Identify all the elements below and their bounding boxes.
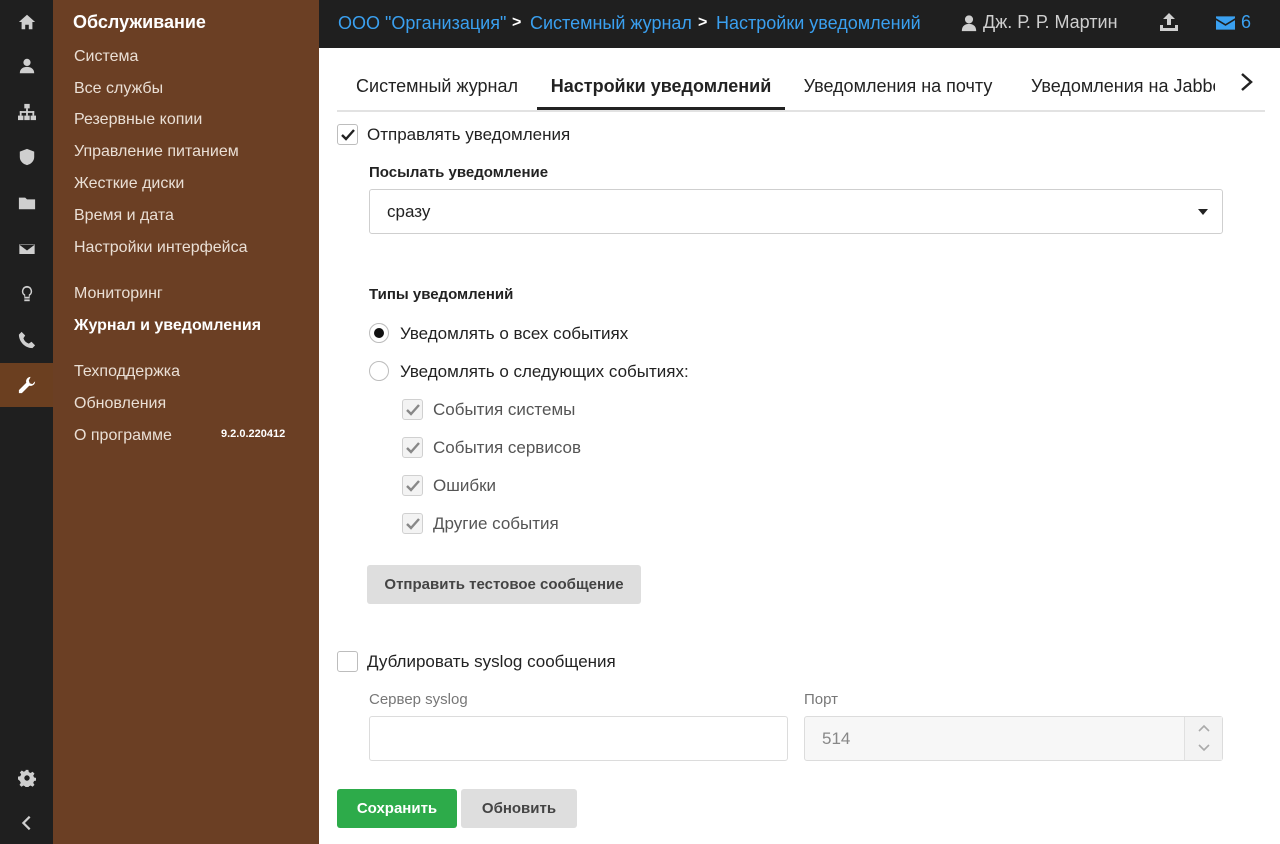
rail-users[interactable] (0, 44, 53, 88)
version-label: 9.2.0.220412 (221, 428, 286, 440)
rail-files[interactable] (0, 181, 53, 225)
collapse-icon (21, 815, 30, 831)
breadcrumb-separator: > (512, 14, 522, 31)
user-menu[interactable]: Дж. Р. Р. Мартин (960, 12, 1118, 33)
event-errors-label: Ошибки (433, 476, 497, 495)
tab-system-log[interactable]: Системный журнал (337, 60, 537, 110)
user-icon (19, 58, 34, 74)
user-icon (961, 14, 977, 31)
syslog-server-label: Сервер syslog (369, 691, 468, 708)
port-stepper[interactable] (1184, 717, 1222, 760)
chevron-right-icon (1241, 73, 1253, 91)
check-icon (341, 129, 355, 141)
check-icon (406, 480, 420, 492)
messages-count: 6 (1241, 12, 1252, 32)
event-other-checkbox[interactable] (402, 513, 423, 534)
chevron-up-icon[interactable] (1197, 723, 1211, 733)
menu-item-interface[interactable]: Настройки интерфейса (74, 239, 248, 257)
user-name: Дж. Р. Р. Мартин (983, 12, 1118, 32)
menu-item-system[interactable]: Система (74, 48, 138, 66)
rail-ideas[interactable] (0, 272, 53, 316)
rail-network[interactable] (0, 90, 53, 134)
send-notifications-label: Отправлять уведомления (367, 125, 571, 144)
breadcrumb-notification-settings[interactable]: Настройки уведомлений (716, 13, 921, 34)
gear-icon (17, 769, 36, 787)
tabs-next-button[interactable] (1238, 70, 1258, 100)
mail-icon (17, 243, 36, 255)
rail-phone[interactable] (0, 318, 53, 362)
check-icon (406, 518, 420, 530)
radio-selected-events-label: Уведомлять о следующих событиях: (400, 362, 689, 381)
check-icon (406, 404, 420, 416)
menu-item-services[interactable]: Все службы (74, 80, 163, 98)
tab-email-notifications[interactable]: Уведомления на почту (785, 60, 1011, 110)
menu-item-datetime[interactable]: Время и дата (74, 207, 174, 225)
folder-icon (18, 197, 35, 210)
menu-item-monitoring[interactable]: Мониторинг (74, 285, 163, 303)
radio-all-events[interactable] (369, 323, 389, 343)
phone-icon (18, 331, 35, 349)
rail-security[interactable] (0, 135, 53, 179)
menu-item-disks[interactable]: Жесткие диски (74, 175, 184, 193)
upload-button[interactable] (1159, 12, 1179, 34)
menu-item-support[interactable]: Техподдержка (74, 363, 180, 381)
event-services-checkbox[interactable] (402, 437, 423, 458)
duplicate-syslog-label: Дублировать syslog сообщения (367, 652, 616, 671)
messages-button[interactable]: 6 (1216, 12, 1251, 33)
menu-item-backups[interactable]: Резервные копии (74, 111, 202, 129)
send-when-value: сразу (387, 202, 431, 221)
port-input[interactable]: 514 (804, 716, 1223, 761)
notification-types-label: Типы уведомлений (369, 286, 514, 303)
event-system-label: События системы (433, 400, 576, 419)
send-notifications-checkbox[interactable] (337, 124, 358, 145)
chevron-down-icon[interactable] (1197, 743, 1211, 753)
rail-settings[interactable] (0, 756, 53, 800)
port-value: 514 (822, 729, 851, 748)
duplicate-syslog-checkbox[interactable] (337, 651, 358, 672)
save-button[interactable]: Сохранить (337, 789, 457, 828)
tab-notification-settings[interactable]: Настройки уведомлений (537, 60, 785, 110)
radio-selected-events[interactable] (369, 361, 389, 381)
icon-rail (0, 0, 53, 844)
port-label: Порт (804, 691, 839, 708)
shield-icon (19, 148, 34, 166)
upload-icon (1160, 13, 1178, 31)
breadcrumb-separator: > (698, 14, 708, 31)
envelope-icon (1216, 15, 1235, 30)
send-when-select[interactable]: сразу (369, 189, 1223, 234)
event-other-label: Другие события (433, 514, 559, 533)
menu-item-power[interactable]: Управление питанием (74, 143, 239, 161)
rail-home[interactable] (0, 0, 53, 44)
menu-item-about[interactable]: О программе (74, 427, 172, 445)
send-when-label: Посылать уведомление (369, 164, 549, 181)
menu-item-updates[interactable]: Обновления (74, 395, 166, 413)
home-icon (18, 14, 35, 30)
send-test-message-button[interactable]: Отправить тестовое сообщение (367, 565, 641, 604)
breadcrumb-organization[interactable]: ООО "Организация" (338, 13, 506, 34)
lightbulb-icon (21, 285, 32, 302)
top-bar: ООО "Организация" > Системный журнал > Н… (319, 0, 1280, 48)
tab-bar: Системный журнал Настройки уведомлений У… (337, 60, 1265, 112)
wrench-icon (18, 376, 35, 394)
refresh-button[interactable]: Обновить (461, 789, 577, 828)
event-errors-checkbox[interactable] (402, 475, 423, 496)
menu-title: Обслуживание (73, 12, 206, 32)
event-services-label: События сервисов (433, 438, 582, 457)
rail-collapse[interactable] (0, 801, 53, 844)
network-icon (17, 103, 36, 121)
menu-item-log[interactable]: Журнал и уведомления (74, 317, 261, 335)
caret-down-icon (1198, 209, 1208, 215)
rail-maintenance[interactable] (0, 363, 53, 407)
event-system-checkbox[interactable] (402, 399, 423, 420)
section-menu: Обслуживание Система Все службы Резервны… (53, 0, 319, 844)
rail-mail[interactable] (0, 227, 53, 271)
syslog-server-input[interactable] (369, 716, 788, 761)
check-icon (406, 442, 420, 454)
breadcrumb-system-log[interactable]: Системный журнал (530, 13, 692, 34)
tab-overflow-fade (1215, 60, 1239, 110)
radio-all-events-label: Уведомлять о всех событиях (400, 324, 629, 343)
